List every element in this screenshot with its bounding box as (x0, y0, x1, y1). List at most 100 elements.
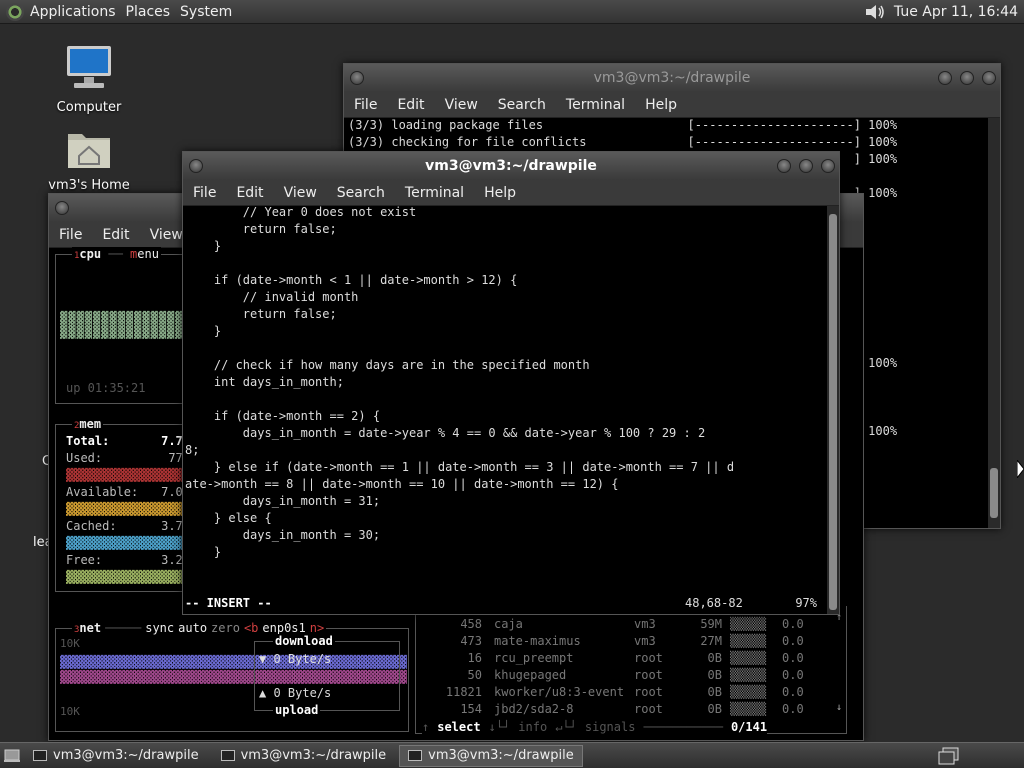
scrollbar-thumb[interactable] (990, 468, 998, 518)
download-label: download (273, 634, 335, 648)
menu-file[interactable]: File (49, 227, 92, 243)
process-row[interactable]: 50 khugepaged root 0B ▒▒▒▒▒ 0.0 (416, 667, 836, 684)
desktop-icon-home[interactable]: vm3's Home (46, 126, 132, 193)
terminal-line: int days_in_month; (185, 375, 344, 389)
process-row[interactable]: 458 caja vm3 59M ▒▒▒▒▒ 0.0 (416, 616, 836, 633)
proc-name: khugepaged (494, 668, 567, 682)
scrollbar[interactable] (988, 118, 1000, 528)
proc-mem-bar: ▒▒▒▒▒ (729, 685, 767, 699)
process-list[interactable]: 458 caja vm3 59M ▒▒▒▒▒ 0.0 473 mate-maximus vm3 2… (416, 616, 836, 718)
proc-user: root (634, 685, 663, 699)
proc-mem-bar: ▒▒▒▒▒ (729, 617, 767, 631)
proc-user: vm3 (634, 617, 656, 631)
terminal-line: return false; (185, 307, 337, 321)
net-zero-toggle[interactable]: zero (211, 621, 240, 635)
proc-mem: 27M (700, 634, 722, 648)
mem-available-label: Available: (66, 485, 139, 499)
menu-search[interactable]: Search (488, 97, 556, 113)
terminal-line: ate->month == 8 || date->month == 10 || … (185, 477, 619, 491)
terminal-window-front[interactable]: vm3@vm3:~/drawpile File Edit View Search… (182, 151, 840, 615)
scrollbar[interactable] (827, 206, 839, 614)
terminal-icon (220, 750, 235, 761)
proc-pid: 154 (460, 702, 482, 716)
net-prev-iface[interactable]: <b (244, 621, 258, 635)
menu-places[interactable]: Places (126, 4, 171, 20)
taskbar-window-button-active[interactable]: vm3@vm3:~/drawpile (399, 744, 583, 767)
proc-signals-button[interactable]: signals (585, 720, 636, 734)
menu-toggle[interactable]: enu (137, 247, 159, 261)
menubar: File Edit View Search Terminal Help (183, 180, 839, 206)
proc-info-button[interactable]: info (518, 720, 547, 734)
download-rate: 0 Byte/s (273, 652, 332, 666)
window-menu-icon[interactable] (189, 159, 203, 173)
menu-help[interactable]: Help (474, 185, 526, 201)
process-row[interactable]: 473 mate-maximus vm3 27M ▒▒▒▒▒ 0.0 (416, 633, 836, 650)
maximize-icon[interactable] (960, 71, 974, 85)
taskbar-window-button[interactable]: vm3@vm3:~/drawpile (212, 745, 396, 767)
mem-box-title[interactable]: mem (79, 417, 101, 431)
vim-editor[interactable]: // Year 0 does not exist return false; }… (185, 204, 827, 596)
minimize-icon[interactable] (938, 71, 952, 85)
close-icon[interactable] (821, 159, 835, 173)
process-row[interactable]: 154 jbd2/sda2-8 root 0B ▒▒▒▒▒ 0.0 (416, 701, 836, 718)
window-menu-icon[interactable] (55, 201, 69, 215)
mate-logo-icon[interactable] (6, 2, 24, 21)
top-panel: Applications Places System Tue Apr 11, 1… (0, 0, 1024, 24)
maximize-icon[interactable] (799, 159, 813, 173)
net-sync-toggle[interactable]: sync (145, 621, 174, 635)
volume-icon[interactable] (864, 3, 886, 21)
desktop-icon-computer[interactable]: Computer (52, 44, 126, 115)
proc-name: rcu_preempt (494, 651, 574, 665)
menu-view[interactable]: View (274, 185, 327, 201)
menu-help[interactable]: Help (635, 97, 687, 113)
net-auto-toggle[interactable]: auto (178, 621, 207, 635)
proc-mem: 0B (707, 685, 722, 699)
upload-label: upload (273, 703, 321, 717)
menu-view[interactable]: View (435, 97, 488, 113)
proc-scroll-down-icon[interactable]: ↓ (836, 702, 842, 713)
terminal-icon (33, 750, 47, 761)
window-menu-icon[interactable] (350, 71, 364, 85)
process-row[interactable]: 11821 kworker/u8:3-event root 0B ▒▒▒▒▒ 0.0 (416, 684, 836, 701)
terminal-line: } else if (date->month == 1 || date->mon… (185, 460, 735, 474)
menu-edit[interactable]: Edit (387, 97, 434, 113)
close-icon[interactable] (982, 71, 996, 85)
menu-search[interactable]: Search (327, 185, 395, 201)
workspace-switcher-icon[interactable] (938, 747, 960, 765)
terminal-line: } (185, 324, 222, 338)
menu-terminal[interactable]: Terminal (556, 97, 635, 113)
net-interface: enp0s1 (262, 621, 306, 635)
window-titlebar[interactable]: vm3@vm3:~/drawpile (344, 64, 1000, 92)
terminal-line: } (185, 239, 222, 253)
terminal-icon (408, 750, 423, 761)
menu-file[interactable]: File (183, 185, 226, 201)
scrollbar-thumb[interactable] (829, 214, 837, 610)
clock[interactable]: Tue Apr 11, 16:44 (894, 4, 1018, 20)
menu-file[interactable]: File (344, 97, 387, 113)
btop-proc-box: 458 caja vm3 59M ▒▒▒▒▒ 0.0 473 mate-maximus vm3 2… (415, 606, 847, 734)
net-box-title[interactable]: net (79, 621, 101, 635)
menu-edit[interactable]: Edit (92, 227, 139, 243)
net-next-iface[interactable]: n> (310, 621, 324, 635)
menu-system[interactable]: System (180, 4, 232, 20)
proc-select-button[interactable]: select (437, 720, 480, 734)
terminal-line: // invalid month (185, 290, 359, 304)
mem-free-label: Free: (66, 553, 103, 567)
show-desktop-icon[interactable] (4, 749, 20, 763)
menu-applications[interactable]: Applications (30, 4, 116, 20)
window-title: vm3@vm3:~/drawpile (425, 158, 597, 174)
taskbar-window-button[interactable]: vm3@vm3:~/drawpile (24, 745, 208, 767)
proc-pid: 50 (467, 668, 482, 682)
process-row[interactable]: 16 rcu_preempt root 0B ▒▒▒▒▒ 0.0 (416, 650, 836, 667)
cpu-box-title[interactable]: cpu (79, 247, 101, 261)
minimize-icon[interactable] (777, 159, 791, 173)
proc-cpu: 0.0 (782, 668, 804, 682)
down-arrow-icon: ▼ (259, 652, 274, 666)
window-titlebar[interactable]: vm3@vm3:~/drawpile (183, 152, 839, 180)
menu-terminal[interactable]: Terminal (395, 185, 474, 201)
mem-used-bar: ▓▓▓▓▓▓▓▓▓▓▓▓▓▓▓▓▓▓▓▓ (66, 468, 211, 482)
btop-net-box: 3net ───── sync auto zero <b enp0s1 n> 1… (55, 621, 409, 732)
taskbar-window-label: vm3@vm3:~/drawpile (428, 748, 574, 763)
menu-edit[interactable]: Edit (226, 185, 273, 201)
